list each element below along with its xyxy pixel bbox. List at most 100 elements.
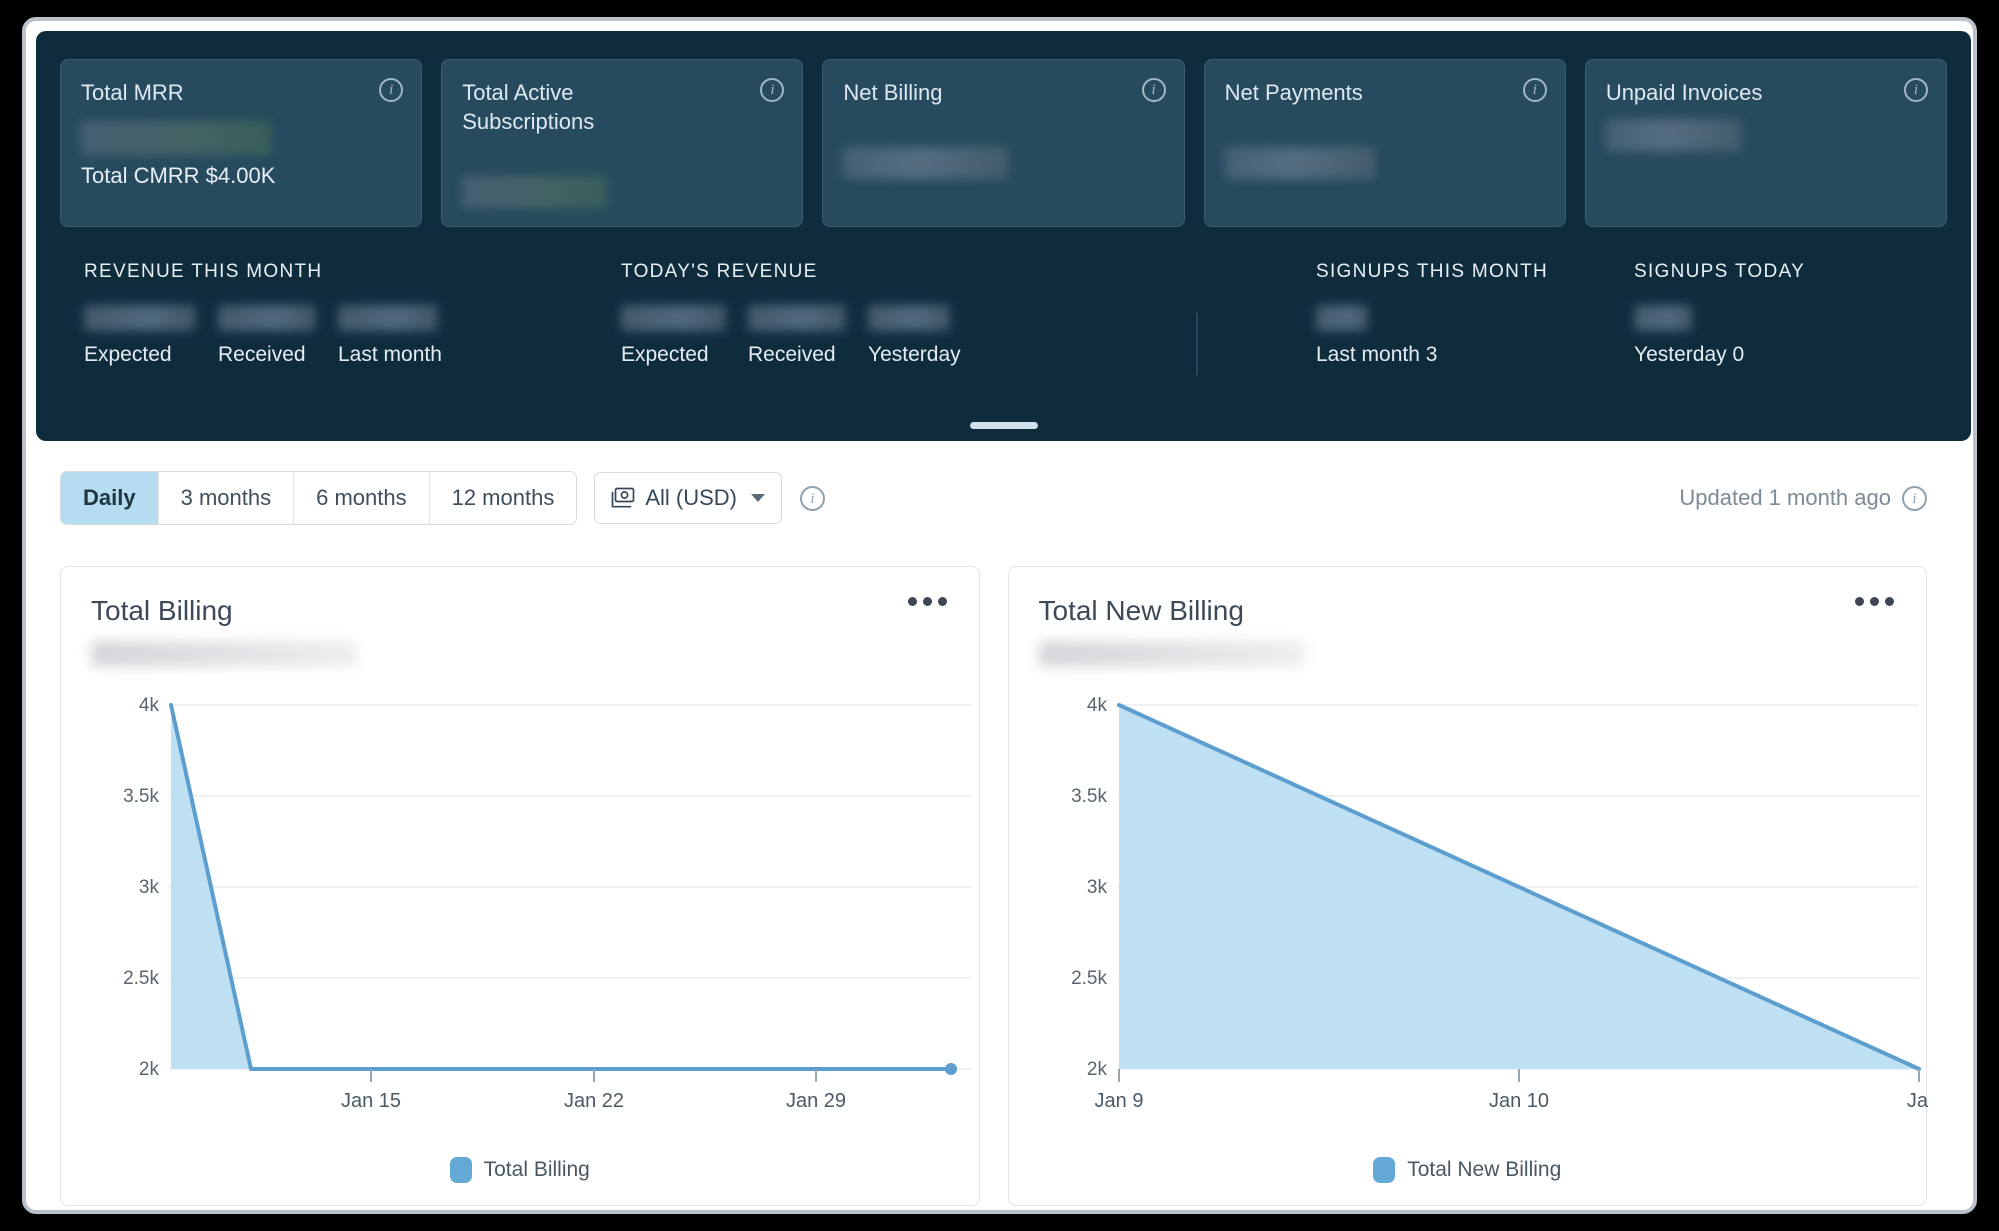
kpi-subtext: Total CMRR $4.00K (81, 163, 401, 189)
metric-label: Last month 3 (1316, 343, 1437, 367)
info-icon[interactable]: i (800, 486, 825, 511)
kpi-value-redacted (462, 176, 607, 208)
tab-3-months[interactable]: 3 months (159, 472, 295, 524)
info-icon[interactable]: i (1904, 78, 1928, 102)
chart-plot-total-new-billing: 4k 3.5k 3k 2.5k 2k Jan 9 Jan 10 Jan (1039, 687, 1897, 1189)
metric-items: Expected Received Yesterday (621, 305, 983, 367)
panel-resize-handle[interactable] (970, 422, 1038, 429)
x-tick-label: Jan 10 (1488, 1090, 1548, 1107)
kpi-card-unpaid-invoices[interactable]: Unpaid Invoices i (1585, 59, 1947, 227)
metric-value-redacted (748, 305, 846, 331)
metric-label: Received (218, 343, 316, 367)
chart-value-redacted (91, 641, 356, 667)
metric-label: Last month (338, 343, 442, 367)
kpi-panel: Total MRR Total CMRR $4.00K i Total Acti… (36, 31, 1971, 441)
metric-item: Last month (338, 305, 442, 367)
metric-value-redacted (84, 305, 196, 331)
kpi-card-total-active-subscriptions[interactable]: Total Active Subscriptions i (441, 59, 803, 227)
area-chart-svg: 4k 3.5k 3k 2.5k 2k Jan 15 Jan 22 (91, 687, 981, 1107)
metric-value-redacted (621, 305, 726, 331)
kpi-value-redacted (81, 121, 271, 155)
metric-group-title: SIGNUPS TODAY (1634, 261, 1805, 283)
series-endpoint (945, 1063, 957, 1075)
metric-value-redacted (1316, 305, 1368, 331)
currency-stack-icon (611, 487, 635, 509)
metric-item: Expected (621, 305, 726, 367)
metric-item: Expected (84, 305, 196, 367)
app-window: Total MRR Total CMRR $4.00K i Total Acti… (22, 17, 1977, 1214)
info-icon[interactable]: i (760, 78, 784, 102)
metric-group-todays-revenue: TODAY'S REVENUE Expected Received Yester… (621, 261, 983, 367)
info-icon[interactable]: i (1523, 78, 1547, 102)
kpi-value-redacted (843, 147, 1008, 179)
chart-value-redacted (1039, 641, 1304, 667)
metric-label: Yesterday (868, 343, 961, 367)
metric-group-title: SIGNUPS THIS MONTH (1316, 261, 1548, 283)
legend-label[interactable]: Total Billing (484, 1158, 590, 1182)
metric-label: Expected (84, 343, 196, 367)
x-tick-label: Jan (1906, 1090, 1928, 1107)
kpi-card-row: Total MRR Total CMRR $4.00K i Total Acti… (36, 31, 1971, 227)
kpi-card-net-payments[interactable]: Net Payments i (1204, 59, 1566, 227)
metric-group-revenue-this-month: REVENUE THIS MONTH Expected Received Las… (84, 261, 464, 367)
metric-items: Last month 3 (1316, 305, 1548, 367)
metric-value-redacted (1634, 305, 1692, 331)
y-tick-label: 3.5k (123, 786, 159, 807)
metric-group-title: REVENUE THIS MONTH (84, 261, 464, 283)
secondary-metrics-row: REVENUE THIS MONTH Expected Received Las… (36, 261, 1971, 401)
info-icon[interactable]: i (1902, 486, 1927, 511)
metric-label: Expected (621, 343, 726, 367)
currency-label: All (USD) (645, 485, 737, 511)
x-tick-label: Jan 22 (564, 1090, 624, 1107)
y-tick-label: 2.5k (1071, 968, 1107, 989)
kpi-card-total-mrr[interactable]: Total MRR Total CMRR $4.00K i (60, 59, 422, 227)
y-tick-label: 2k (1086, 1059, 1107, 1080)
metric-label: Yesterday 0 (1634, 343, 1744, 367)
kpi-value-redacted (1225, 147, 1375, 179)
chevron-down-icon (751, 494, 765, 502)
kpi-title: Net Payments (1225, 78, 1435, 107)
y-tick-label: 4k (1086, 695, 1107, 716)
updated-label: Updated 1 month ago (1679, 485, 1891, 511)
chart-title: Total New Billing (1039, 595, 1897, 627)
x-tick-label: Jan 15 (341, 1090, 401, 1107)
metric-group-signups-today: SIGNUPS TODAY Yesterday 0 (1634, 261, 1805, 367)
kpi-title: Unpaid Invoices (1606, 78, 1816, 107)
y-tick-label: 2.5k (123, 968, 159, 989)
metric-item: Received (218, 305, 316, 367)
more-options-icon[interactable] (908, 597, 947, 606)
legend-label[interactable]: Total New Billing (1407, 1158, 1561, 1182)
kpi-title: Total MRR (81, 78, 291, 107)
info-icon[interactable]: i (379, 78, 403, 102)
timeframe-segmented-control: Daily 3 months 6 months 12 months (60, 471, 577, 525)
kpi-title: Total Active Subscriptions (462, 78, 672, 136)
tab-6-months[interactable]: 6 months (294, 472, 430, 524)
chart-legend: Total Billing (61, 1157, 979, 1183)
metric-group-signups-this-month: SIGNUPS THIS MONTH Last month 3 (1316, 261, 1548, 367)
metric-items: Yesterday 0 (1634, 305, 1805, 367)
metric-item: Received (748, 305, 846, 367)
metric-label: Received (748, 343, 846, 367)
currency-dropdown[interactable]: All (USD) (594, 472, 782, 524)
more-options-icon[interactable] (1855, 597, 1894, 606)
chart-card-row: Total Billing 4k 3.5k 3k 2.5k 2k (26, 566, 1961, 1206)
tab-daily[interactable]: Daily (61, 472, 159, 524)
metric-value-redacted (338, 305, 438, 331)
chart-title: Total Billing (91, 595, 949, 627)
chart-card-total-new-billing: Total New Billing 4k 3.5k 3k 2.5k 2k (1008, 566, 1928, 1206)
y-tick-label: 3.5k (1071, 786, 1107, 807)
x-tick-label: Jan 29 (786, 1090, 846, 1107)
tab-12-months[interactable]: 12 months (430, 472, 577, 524)
metric-items: Expected Received Last month (84, 305, 464, 367)
chart-toolbar: Daily 3 months 6 months 12 months All (U… (26, 453, 1961, 543)
metric-group-title: TODAY'S REVENUE (621, 261, 983, 283)
metric-item: Yesterday 0 (1634, 305, 1744, 367)
metric-value-redacted (868, 305, 950, 331)
legend-swatch-icon (450, 1157, 472, 1183)
chart-card-total-billing: Total Billing 4k 3.5k 3k 2.5k 2k (60, 566, 980, 1206)
info-icon[interactable]: i (1142, 78, 1166, 102)
chart-legend: Total New Billing (1009, 1157, 1927, 1183)
y-tick-label: 4k (139, 695, 160, 716)
kpi-card-net-billing[interactable]: Net Billing i (822, 59, 1184, 227)
kpi-value-redacted (1606, 119, 1741, 151)
